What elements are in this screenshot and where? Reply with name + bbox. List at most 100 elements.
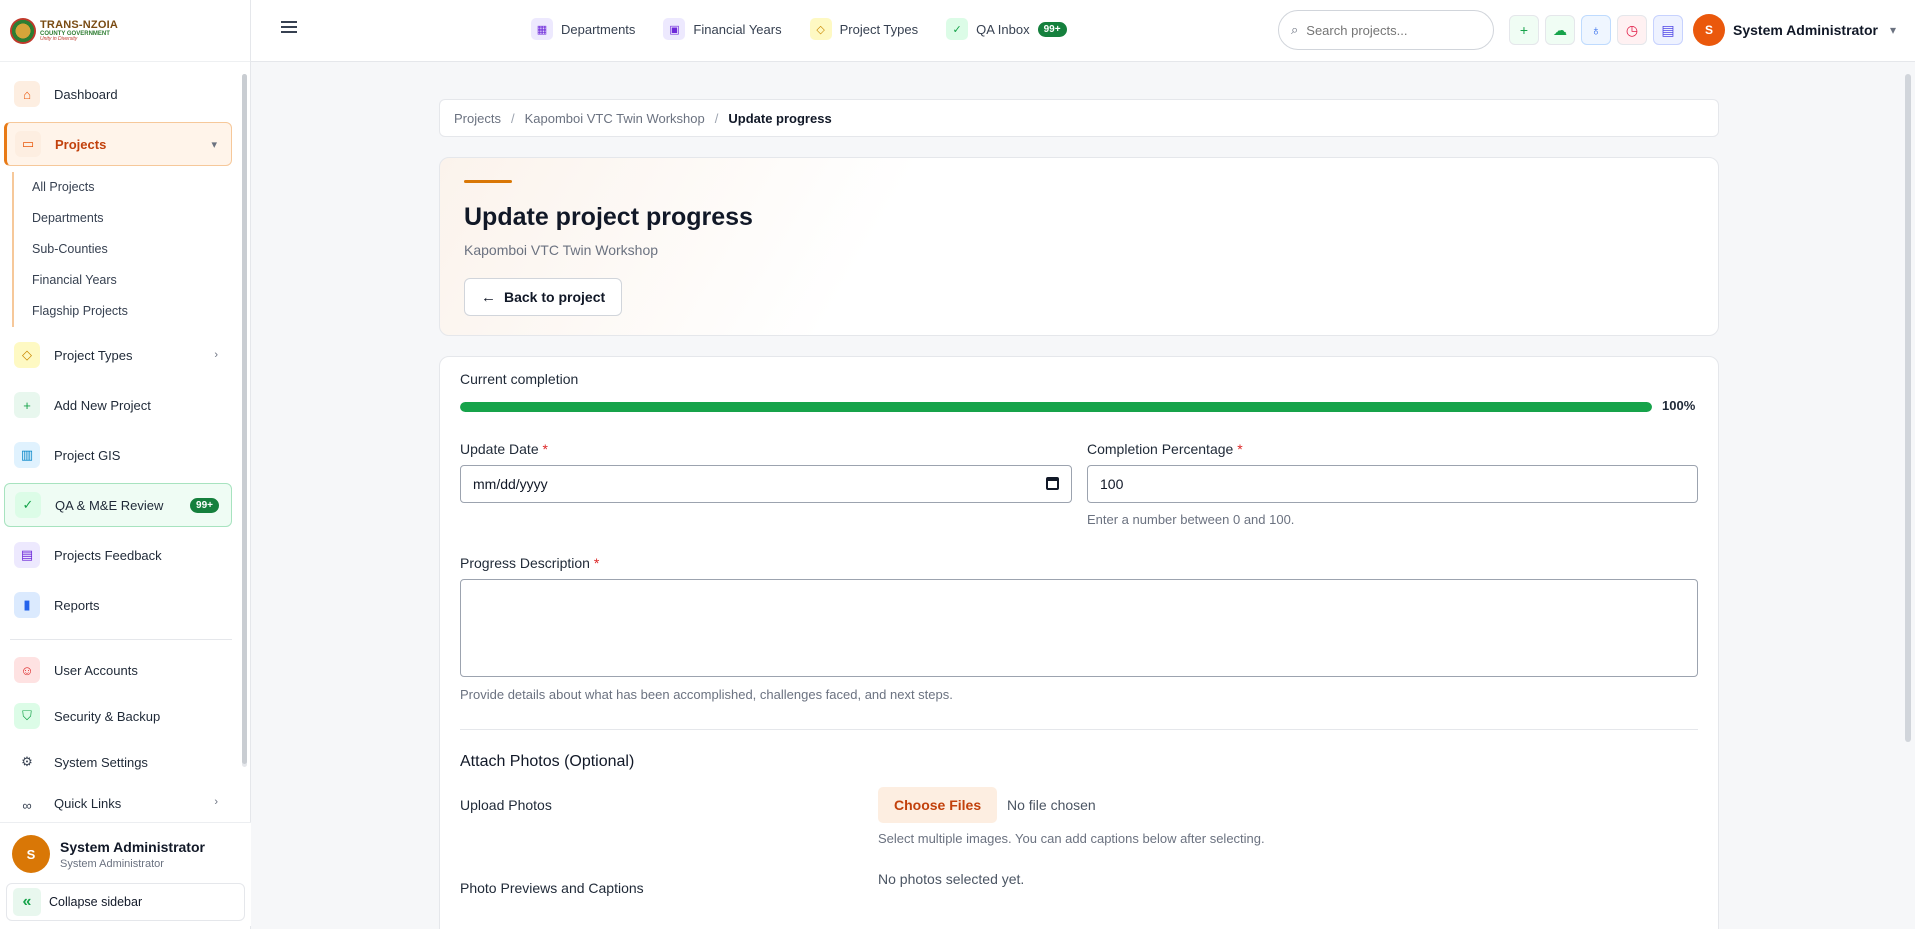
page-scrollbar[interactable] (1905, 74, 1911, 742)
cloud-upload-icon[interactable]: ☁ (1545, 15, 1575, 45)
sidebar-item-project-gis[interactable]: ▥ Project GIS (4, 433, 232, 477)
folder-icon: ▭ (15, 131, 41, 157)
sidebar-item-label: Reports (54, 597, 100, 613)
breadcrumb-separator: / (510, 110, 515, 126)
sidebar-item-label: Project Types (54, 347, 133, 363)
top-link-label: Departments (561, 21, 636, 37)
submenu-item-all-projects[interactable]: All Projects (32, 172, 232, 203)
collapse-sidebar-label: Collapse sidebar (49, 895, 143, 909)
county-seal-icon (10, 17, 36, 44)
description-help-text: Provide details about what has been acco… (460, 687, 953, 702)
completion-progress-bar (460, 402, 1652, 412)
tag-icon: ◇ (809, 18, 832, 40)
shield-check-icon: ✓ (946, 18, 969, 40)
top-link-project-types[interactable]: ◇ Project Types (809, 18, 918, 40)
avatar: S (1693, 14, 1725, 46)
sidebar-scrollbar[interactable] (242, 74, 247, 767)
completion-percentage-value: 100 (1100, 476, 1124, 492)
toolbar-icons: + ☁ ♁ ◷ ▤ (1509, 15, 1683, 45)
avatar[interactable]: S (12, 835, 50, 873)
sidebar-item-dashboard[interactable]: ⌂ Dashboard (4, 72, 232, 116)
completion-percentage-input[interactable]: 100 (1087, 465, 1698, 503)
chat-icon[interactable]: ▤ (1653, 15, 1683, 45)
page-title: Update project progress (464, 203, 753, 231)
logo[interactable]: TRANS-NZOIA COUNTY GOVERNMENT Unity in D… (0, 0, 250, 62)
search-input[interactable] (1306, 22, 1467, 38)
photo-previews-label: Photo Previews and Captions (460, 880, 644, 896)
choose-files-button[interactable]: Choose Files (878, 787, 998, 823)
user-role: System Administrator (60, 857, 164, 870)
no-photos-text: No photos selected yet. (878, 871, 1025, 887)
stethoscope-icon[interactable]: ♁ (1581, 15, 1611, 45)
no-file-text: No file chosen (1007, 797, 1096, 813)
logo-line1: TRANS-NZOIA (40, 18, 118, 31)
topbar: ▦ Departments ▣ Financial Years ◇ Projec… (251, 0, 1915, 62)
page-header-card: Update project progress Kapomboi VTC Twi… (439, 157, 1719, 336)
breadcrumb-separator: / (714, 110, 719, 126)
sidebar-item-label: Project GIS (54, 447, 121, 463)
collapse-sidebar-button[interactable]: « Collapse sidebar (6, 883, 245, 921)
bar-chart-icon: ▮ (14, 592, 40, 618)
completion-help-text: Enter a number between 0 and 100. (1087, 512, 1295, 527)
sidebar-item-reports[interactable]: ▮ Reports (4, 583, 232, 627)
upload-help-text: Select multiple images. You can add capt… (878, 831, 1265, 846)
add-icon[interactable]: + (1509, 15, 1539, 45)
section-divider (460, 729, 1698, 730)
update-date-field[interactable]: mm/dd/yyyy (460, 465, 1072, 503)
breadcrumb-project[interactable]: Kapomboi VTC Twin Workshop (525, 111, 705, 126)
submenu-item-financial-years[interactable]: Financial Years (32, 265, 232, 296)
double-chevron-left-icon: « (13, 888, 41, 916)
sidebar-item-security-backup[interactable]: ⛉ Security & Backup (4, 696, 232, 736)
sidebar-item-quick-links[interactable]: ∞ Quick Links › (4, 788, 232, 820)
menu-icon[interactable] (281, 21, 297, 33)
progress-description-label-text: Progress Description (460, 555, 590, 571)
sidebar-item-label: System Settings (54, 754, 148, 770)
sidebar-item-projects[interactable]: ▭ Projects ▾ (4, 122, 232, 166)
sidebar-nav: ⌂ Dashboard ▭ Projects ▾ All Projects De… (4, 72, 232, 820)
chevron-right-icon: › (214, 796, 218, 808)
search-box[interactable]: ⌕ (1278, 10, 1494, 50)
sidebar-item-projects-feedback[interactable]: ▤ Projects Feedback (4, 533, 232, 577)
required-marker: * (542, 441, 548, 457)
upload-photos-label: Upload Photos (460, 797, 552, 813)
calendar-icon[interactable] (1046, 477, 1059, 490)
message-icon: ▤ (14, 542, 40, 568)
top-link-label: QA Inbox (976, 21, 1030, 37)
sidebar-item-project-types[interactable]: ◇ Project Types › (4, 333, 232, 377)
update-date-label-text: Update Date (460, 441, 539, 457)
qa-inbox-badge: 99+ (1037, 21, 1067, 37)
sidebar-scrollbar-thumb[interactable] (242, 74, 247, 764)
update-date-label: Update Date * (460, 441, 548, 457)
sidebar-item-add-new-project[interactable]: + Add New Project (4, 383, 232, 427)
sidebar-item-system-settings[interactable]: ⚙ System Settings (4, 742, 232, 782)
sidebar-item-user-accounts[interactable]: ☺ User Accounts (4, 650, 232, 690)
sidebar-item-label: User Accounts (54, 662, 138, 678)
projects-submenu: All Projects Departments Sub-Counties Fi… (12, 172, 232, 327)
calendar-icon: ▣ (663, 18, 686, 40)
sidebar-divider (10, 639, 232, 640)
top-link-label: Financial Years (693, 21, 782, 37)
logo-line3: Unity in Diversity (40, 35, 78, 42)
back-to-project-button[interactable]: ← Back to project (464, 278, 623, 316)
sidebar: TRANS-NZOIA COUNTY GOVERNMENT Unity in D… (0, 0, 251, 929)
completion-percent: 100% (1662, 398, 1696, 413)
sidebar-item-qa-review[interactable]: ✓ QA & M&E Review 99+ (4, 483, 232, 527)
top-link-financial-years[interactable]: ▣ Financial Years (663, 18, 782, 40)
account-menu[interactable]: S System Administrator ▾ (1693, 14, 1896, 46)
breadcrumb-projects[interactable]: Projects (454, 111, 501, 126)
users-icon: ☺ (14, 657, 40, 683)
submenu-item-departments[interactable]: Departments (32, 203, 232, 234)
plus-icon: + (14, 392, 40, 418)
chevron-down-icon: ▾ (1889, 23, 1896, 37)
account-name: System Administrator (1733, 22, 1878, 38)
submenu-item-sub-counties[interactable]: Sub-Counties (32, 234, 232, 265)
top-link-departments[interactable]: ▦ Departments (531, 18, 635, 40)
progress-description-textarea[interactable] (460, 579, 1698, 677)
submenu-item-flagship-projects[interactable]: Flagship Projects (32, 296, 232, 327)
completion-percentage-label-text: Completion Percentage (1087, 441, 1234, 457)
tag-icon: ◇ (14, 342, 40, 368)
top-link-qa-inbox[interactable]: ✓ QA Inbox 99+ (946, 18, 1067, 40)
gear-icon: ⚙ (21, 754, 33, 769)
clock-icon[interactable]: ◷ (1617, 15, 1647, 45)
completion-percentage-label: Completion Percentage * (1087, 441, 1243, 457)
